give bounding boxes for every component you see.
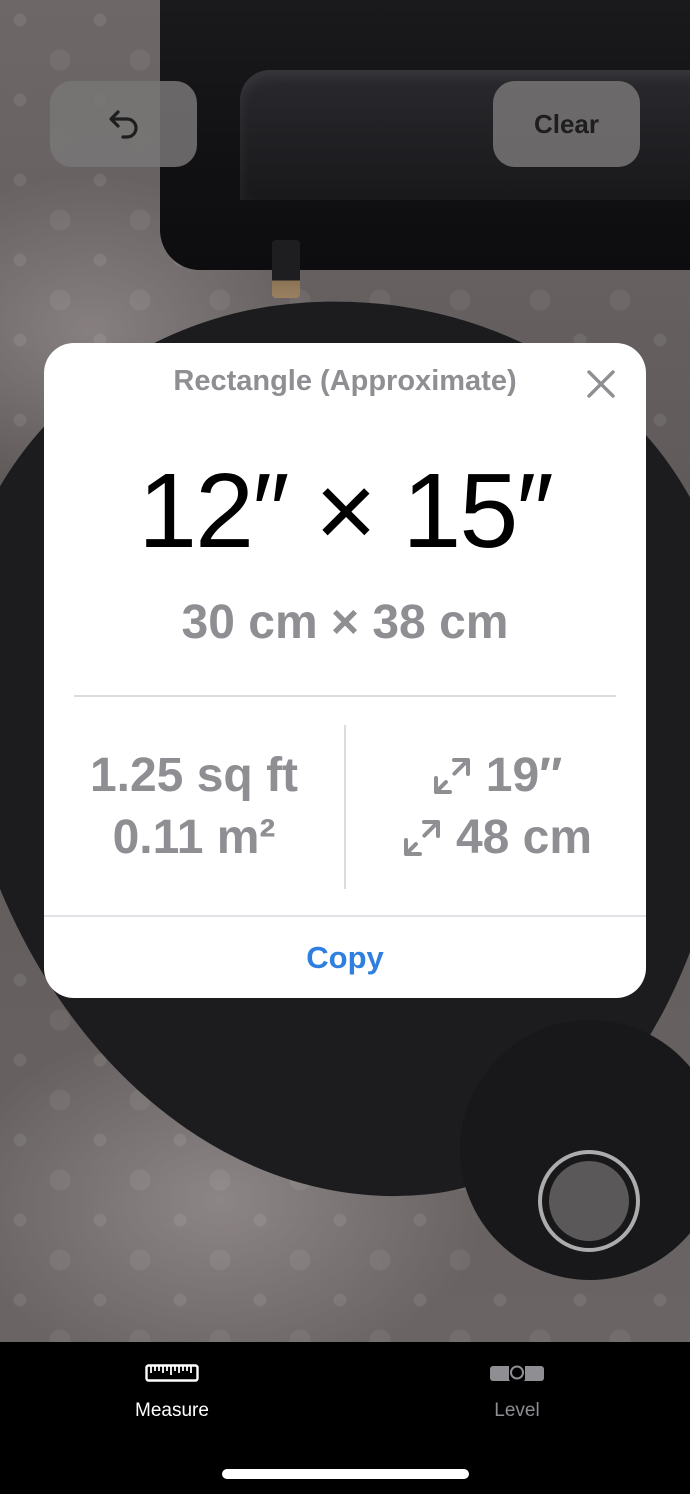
shutter-icon bbox=[549, 1161, 629, 1241]
measure-app-screen: Clear Rectangle (Approximate) 12″ × 15″ … bbox=[0, 0, 690, 1494]
tab-measure-label: Measure bbox=[135, 1400, 209, 1421]
tab-measure[interactable]: Measure bbox=[72, 1364, 272, 1422]
diagonal-metric-row: 48 cm bbox=[346, 807, 646, 869]
clear-button[interactable]: Clear bbox=[493, 81, 640, 167]
diagonal-imperial-row: 19″ bbox=[346, 745, 646, 807]
measurement-result-card: Rectangle (Approximate) 12″ × 15″ 30 cm … bbox=[44, 343, 646, 998]
chair-leg bbox=[272, 240, 300, 298]
area-imperial: 1.25 sq ft bbox=[89, 749, 299, 802]
home-indicator[interactable] bbox=[222, 1469, 469, 1479]
area-metric: 0.11 m² bbox=[112, 811, 276, 864]
shutter-button[interactable] bbox=[538, 1150, 640, 1252]
diagonal-metric: 48 cm bbox=[455, 811, 593, 864]
diagonal-arrows-icon bbox=[433, 758, 470, 794]
undo-button[interactable] bbox=[50, 81, 197, 167]
close-icon[interactable] bbox=[586, 369, 616, 399]
diagonal-section: 19″ 48 cm bbox=[346, 745, 646, 869]
dimensions-metric: 30 cm × 38 cm bbox=[181, 596, 509, 649]
dimensions-imperial: 12″ × 15″ bbox=[138, 452, 554, 570]
divider bbox=[74, 695, 616, 697]
level-icon bbox=[490, 1364, 544, 1381]
card-title: Rectangle (Approximate) bbox=[173, 365, 517, 397]
diagonal-imperial: 19″ bbox=[485, 749, 563, 802]
ruler-icon bbox=[145, 1364, 199, 1382]
clear-button-label: Clear bbox=[533, 108, 600, 139]
undo-arrow-icon bbox=[108, 110, 138, 139]
tab-level[interactable]: Level bbox=[417, 1364, 617, 1422]
tab-level-label: Level bbox=[494, 1400, 540, 1421]
diagonal-arrows-icon bbox=[403, 820, 440, 856]
area-section: 1.25 sq ft 0.11 m² bbox=[44, 745, 344, 869]
copy-button[interactable]: Copy bbox=[44, 917, 646, 998]
